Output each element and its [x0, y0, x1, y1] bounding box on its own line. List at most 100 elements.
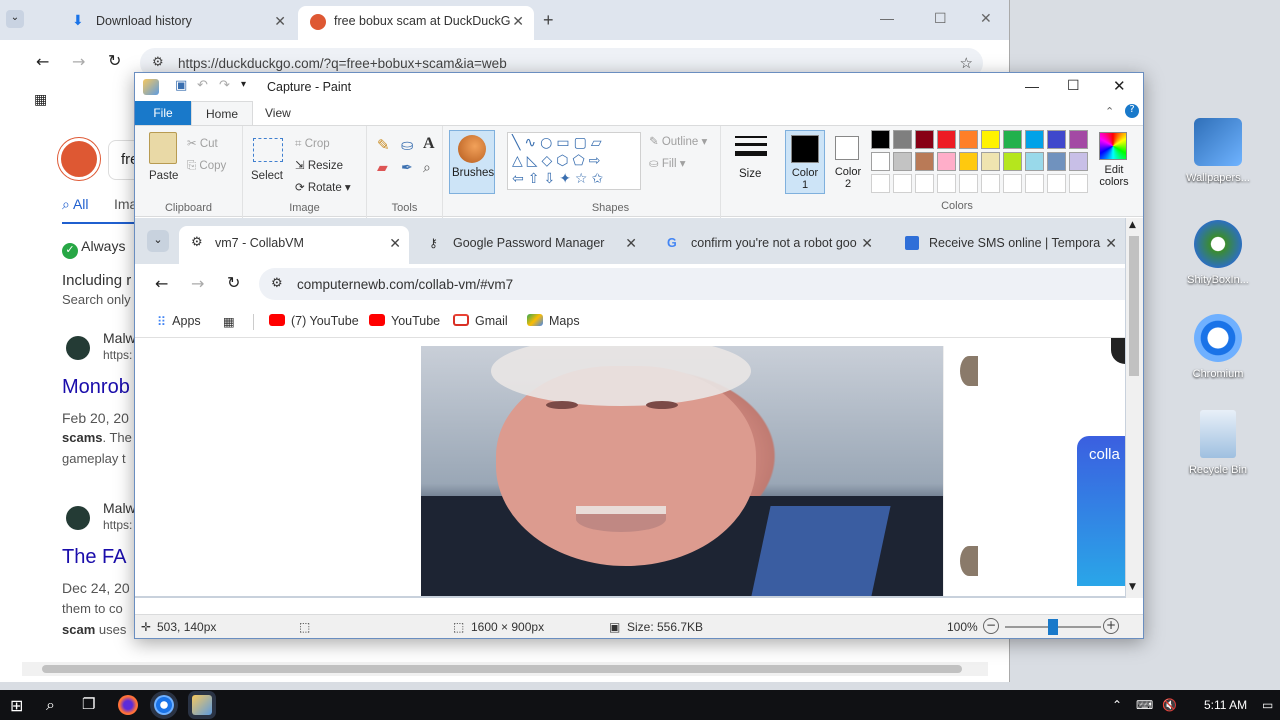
color-swatch[interactable] [1069, 174, 1088, 193]
minimize-button[interactable]: — [880, 10, 894, 26]
duckduckgo-logo[interactable] [58, 138, 100, 180]
volume-icon[interactable]: 🔇 [1162, 698, 1177, 712]
new-tab-button[interactable]: + [543, 10, 554, 31]
color-swatch[interactable] [959, 174, 978, 193]
help-icon[interactable]: ? [1125, 104, 1139, 118]
zoom-slider-thumb[interactable] [1048, 619, 1058, 635]
desktop-icon-wallpapers[interactable]: Wallpapers... [1180, 118, 1256, 184]
undo-icon[interactable]: ↶ [197, 78, 208, 93]
notifications-icon[interactable]: ▭ [1262, 698, 1273, 712]
search-only-text[interactable]: Search only [62, 292, 131, 307]
result-url[interactable]: https: [103, 348, 132, 362]
scroll-up-icon[interactable]: ▲ [1129, 220, 1136, 230]
fill-bucket-icon[interactable]: ⛀ [401, 136, 414, 154]
color-swatch[interactable] [1003, 130, 1022, 149]
color-swatch[interactable] [1025, 174, 1044, 193]
color-swatch[interactable] [1047, 174, 1066, 193]
zoom-in-button[interactable]: + [1103, 618, 1119, 634]
nav-all[interactable]: ⌕ All [62, 196, 89, 213]
color-swatch[interactable] [1025, 130, 1044, 149]
bookmark-star-icon[interactable]: ☆ [960, 54, 973, 72]
desktop-icon-recycle-bin[interactable]: Recycle Bin [1180, 410, 1256, 476]
chromium-icon[interactable] [154, 695, 174, 715]
maximize-button[interactable]: ☐ [1067, 77, 1080, 94]
zoom-slider[interactable] [1005, 619, 1101, 635]
eraser-icon[interactable]: ▰ [377, 160, 388, 176]
paint-icon[interactable] [192, 695, 212, 715]
color-swatch[interactable] [893, 152, 912, 171]
customize-qat-icon[interactable]: ▾ [241, 79, 246, 90]
pencil-icon[interactable]: ✎ [377, 136, 390, 154]
color-swatch[interactable] [981, 130, 1000, 149]
magnifier-icon[interactable]: ⌕ [423, 160, 431, 176]
close-window-button[interactable]: ✕ [1113, 77, 1126, 95]
site-settings-icon[interactable]: ⚙ [152, 55, 164, 70]
resize-button[interactable]: ⇲ Resize [295, 158, 343, 172]
color-swatch[interactable] [871, 174, 890, 193]
color-swatch[interactable] [871, 152, 890, 171]
color-picker-icon[interactable]: ✒ [401, 160, 413, 176]
color-swatch[interactable] [915, 174, 934, 193]
desktop-icon-chromium[interactable]: Chromium [1180, 314, 1256, 380]
color-swatch[interactable] [1003, 152, 1022, 171]
captured-image[interactable]: ⌄ ⚙ vm7 - CollabVM ✕ ⚷ Google Password M… [135, 218, 1125, 596]
cut-button[interactable]: ✂ Cut [187, 136, 218, 150]
scroll-thumb[interactable] [42, 665, 962, 673]
shapes-gallery[interactable]: ╲∿○▭▢▱ △◺◇⬡⬠⇨ ⇦⇧⇩✦☆✩ [507, 132, 641, 190]
apps-grid-icon[interactable]: ▦ [34, 92, 47, 108]
result-url[interactable]: https: [103, 518, 132, 532]
scroll-down-icon[interactable]: ▼ [1129, 582, 1136, 592]
color-swatch[interactable] [915, 130, 934, 149]
tab-home[interactable]: Home [191, 101, 254, 125]
network-icon[interactable]: ⌨ [1136, 698, 1153, 712]
task-view-icon[interactable]: ❐ [82, 695, 102, 715]
paste-button[interactable]: Paste [149, 170, 178, 182]
back-icon[interactable]: ← [36, 52, 49, 71]
result-site[interactable]: Malw [103, 330, 136, 346]
color1-button[interactable]: Color 1 [785, 130, 825, 194]
color-swatch[interactable] [1025, 152, 1044, 171]
canvas-area[interactable]: ⌄ ⚙ vm7 - CollabVM ✕ ⚷ Google Password M… [135, 218, 1143, 598]
clock[interactable]: 5:11 AM [1204, 698, 1247, 712]
color-swatch[interactable] [937, 174, 956, 193]
save-icon[interactable]: ▣ [175, 78, 187, 93]
color2-button[interactable]: Color 2 [829, 130, 869, 194]
select-button[interactable]: Select [251, 170, 283, 182]
close-icon[interactable]: ✕ [274, 13, 286, 30]
tray-chevron-icon[interactable]: ⌃ [1112, 698, 1122, 712]
desktop-icon-shitybox[interactable]: ShityBoxIn... [1180, 220, 1256, 286]
reload-icon[interactable]: ↻ [108, 51, 121, 70]
color-swatch[interactable] [1069, 130, 1088, 149]
color-swatch[interactable] [915, 152, 934, 171]
tab-search-icon[interactable]: ⌄ [6, 10, 24, 28]
color-swatch[interactable] [959, 152, 978, 171]
tab-download-history[interactable]: ⬇ Download history ✕ [60, 6, 296, 40]
color-swatch[interactable] [1047, 152, 1066, 171]
minimize-button[interactable]: — [1025, 78, 1039, 94]
close-window-button[interactable]: ✕ [980, 10, 992, 27]
color-swatch[interactable] [1047, 130, 1066, 149]
file-menu[interactable]: File [135, 101, 191, 125]
color-swatch[interactable] [893, 130, 912, 149]
color-swatch[interactable] [937, 152, 956, 171]
redo-icon[interactable]: ↷ [219, 78, 230, 93]
color-swatch[interactable] [959, 130, 978, 149]
forward-icon[interactable]: → [72, 52, 85, 71]
rotate-button[interactable]: ⟳ Rotate ▾ [295, 180, 351, 194]
outline-button[interactable]: ✎ Outline ▾ [649, 134, 707, 148]
always-toggle[interactable]: ✓ Always [62, 238, 125, 259]
color-swatch[interactable] [1003, 174, 1022, 193]
crop-button[interactable]: ⌗ Crop [295, 136, 330, 151]
edit-colors-button[interactable]: Edit colors [1091, 130, 1137, 194]
maximize-button[interactable]: ☐ [934, 10, 947, 27]
windows-start-icon[interactable]: ⊞ [10, 696, 30, 716]
horizontal-scrollbar[interactable] [22, 662, 988, 676]
color-swatch[interactable] [893, 174, 912, 193]
tab-duckduckgo[interactable]: free bobux scam at DuckDuckG ✕ [298, 6, 534, 40]
firefox-icon[interactable] [118, 695, 138, 715]
vertical-scrollbar[interactable]: ▲ ▼ [1126, 218, 1143, 598]
close-icon[interactable]: ✕ [512, 13, 524, 30]
fill-button[interactable]: ⛀ Fill ▾ [649, 156, 686, 170]
result-site[interactable]: Malw [103, 500, 136, 516]
color-swatch[interactable] [937, 130, 956, 149]
